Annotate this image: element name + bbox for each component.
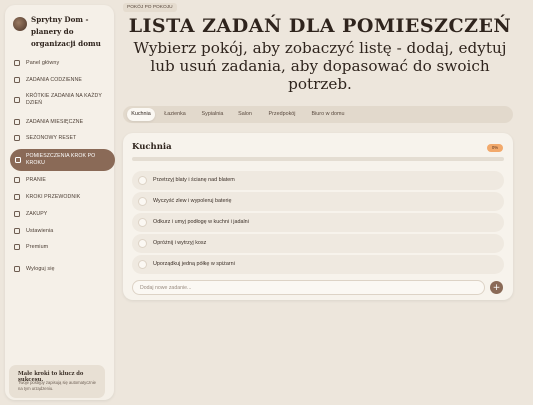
task-checkbox[interactable] xyxy=(138,239,147,248)
sidebar-item-label: KRÓTKIE ZADANIA NA KAŻDY DZIEŃ xyxy=(26,93,102,106)
calendar-month-icon xyxy=(14,119,20,125)
sidebar-item-steps-guide[interactable]: KROKI PRZEWODNIK xyxy=(12,191,112,203)
logo-avatar xyxy=(13,17,27,31)
sun-icon xyxy=(14,77,20,83)
sidebar-item-label: Premium xyxy=(26,243,49,250)
sidebar-item-panel[interactable]: Panel główny xyxy=(12,57,112,69)
progress-bar xyxy=(132,157,504,161)
tab-lazienka[interactable]: Łazienka xyxy=(159,108,191,121)
tip-text: Twoje postępy zapisują się automatycznie… xyxy=(18,380,96,391)
room-title: Kuchnia xyxy=(132,142,172,152)
sidebar-item-label: PRANIE xyxy=(26,176,46,183)
sidebar-item-label: ZADANIA MIESIĘCZNE xyxy=(26,118,84,125)
progress-badge: 0% xyxy=(487,144,503,152)
task-item[interactable]: Uporządkuj jedną półkę w spiżarni xyxy=(132,255,504,274)
sidebar-item-daily-tasks[interactable]: ZADANIA CODZIENNE xyxy=(12,74,112,86)
task-item[interactable]: Opróżnij i wytrzyj kosz xyxy=(132,234,504,253)
sidebar-item-short-tasks[interactable]: KRÓTKIE ZADANIA NA KAŻDY DZIEŃ xyxy=(12,92,112,108)
task-item[interactable]: Przetrzyj blaty i ścianę nad blatem xyxy=(132,171,504,190)
page-title: LISTA ZADAŃ DLA POMIESZCZEŃ xyxy=(128,15,512,37)
sidebar-item-shopping[interactable]: ZAKUPY xyxy=(12,208,112,220)
task-label: Odkurz i umyj podłogę w kuchni i jadalni xyxy=(153,219,249,225)
tab-salon[interactable]: Salon xyxy=(233,108,257,121)
task-checkbox[interactable] xyxy=(138,260,147,269)
sidebar-item-settings[interactable]: Ustawienia xyxy=(12,225,112,237)
tab-biuro[interactable]: Biuro w domu xyxy=(306,108,350,121)
sidebar-item-premium[interactable]: Premium xyxy=(12,241,112,253)
sidebar-item-laundry[interactable]: PRANIE xyxy=(12,174,112,186)
leaf-icon xyxy=(14,135,20,141)
sidebar-item-logout[interactable]: Wyloguj się xyxy=(12,263,112,275)
home-icon xyxy=(15,157,21,163)
section-badge: POKÓJ PO POKOJU xyxy=(123,3,177,12)
shirt-icon xyxy=(14,177,20,183)
sidebar-item-label: Ustawienia xyxy=(26,227,54,234)
add-task-button[interactable]: + xyxy=(490,281,503,294)
sidebar-item-seasonal-reset[interactable]: SEZONOWY RESET xyxy=(12,132,112,144)
sidebar-item-rooms[interactable]: POMIESZCZENIA KROK PO KROKU xyxy=(10,149,115,171)
sidebar-item-label: KROKI PRZEWODNIK xyxy=(26,193,81,200)
crown-icon xyxy=(14,244,20,250)
task-label: Przetrzyj blaty i ścianę nad blatem xyxy=(153,177,235,183)
gear-icon xyxy=(14,228,20,234)
tab-przedpokoj[interactable]: Przedpokój xyxy=(262,108,302,121)
cart-icon xyxy=(14,211,20,217)
task-checkbox[interactable] xyxy=(138,218,147,227)
tab-kuchnia[interactable]: Kuchnia xyxy=(127,108,155,121)
page-subtitle: Wybierz pokój, aby zobaczyć listę - doda… xyxy=(133,39,507,93)
task-checkbox[interactable] xyxy=(138,176,147,185)
sidebar-item-label: Wyloguj się xyxy=(26,265,55,272)
sidebar-item-label: ZADANIA CODZIENNE xyxy=(26,76,82,83)
brand[interactable]: Sprytny Dom - planery do organizacji dom… xyxy=(12,12,112,50)
new-task-input[interactable] xyxy=(132,280,485,295)
grid-icon xyxy=(14,60,20,66)
sidebar-item-label: ZAKUPY xyxy=(26,210,48,217)
sidebar-item-label: SEZONOWY RESET xyxy=(26,134,77,141)
sidebar: Sprytny Dom - planery do organizacji dom… xyxy=(5,5,115,400)
task-label: Opróżnij i wytrzyj kosz xyxy=(153,240,207,246)
task-label: Uporządkuj jedną półkę w spiżarni xyxy=(153,261,235,267)
task-item[interactable]: Wyczyść zlew i wypoleruj baterię xyxy=(132,192,504,211)
sidebar-item-label: POMIESZCZENIA KROK PO KROKU xyxy=(26,153,96,166)
tab-sypialnia[interactable]: Sypialnia xyxy=(195,108,230,121)
room-card: Kuchnia 0% Przetrzyj blaty i ścianę nad … xyxy=(123,133,513,300)
room-tabs: Kuchnia Łazienka Sypialnia Salon Przedpo… xyxy=(123,106,513,123)
sidebar-item-monthly-tasks[interactable]: ZADANIA MIESIĘCZNE xyxy=(12,116,112,128)
calendar-icon xyxy=(14,97,20,103)
tip-card: Małe kroki to klucz do sukcesu. Twoje po… xyxy=(9,365,105,398)
footsteps-icon xyxy=(14,194,20,200)
task-checkbox[interactable] xyxy=(138,197,147,206)
task-label: Wyczyść zlew i wypoleruj baterię xyxy=(153,198,232,204)
sidebar-item-label: Panel główny xyxy=(26,59,60,66)
task-item[interactable]: Odkurz i umyj podłogę w kuchni i jadalni xyxy=(132,213,504,232)
logout-icon xyxy=(14,266,20,272)
app-title: Sprytny Dom - planery do organizacji dom… xyxy=(31,15,101,48)
